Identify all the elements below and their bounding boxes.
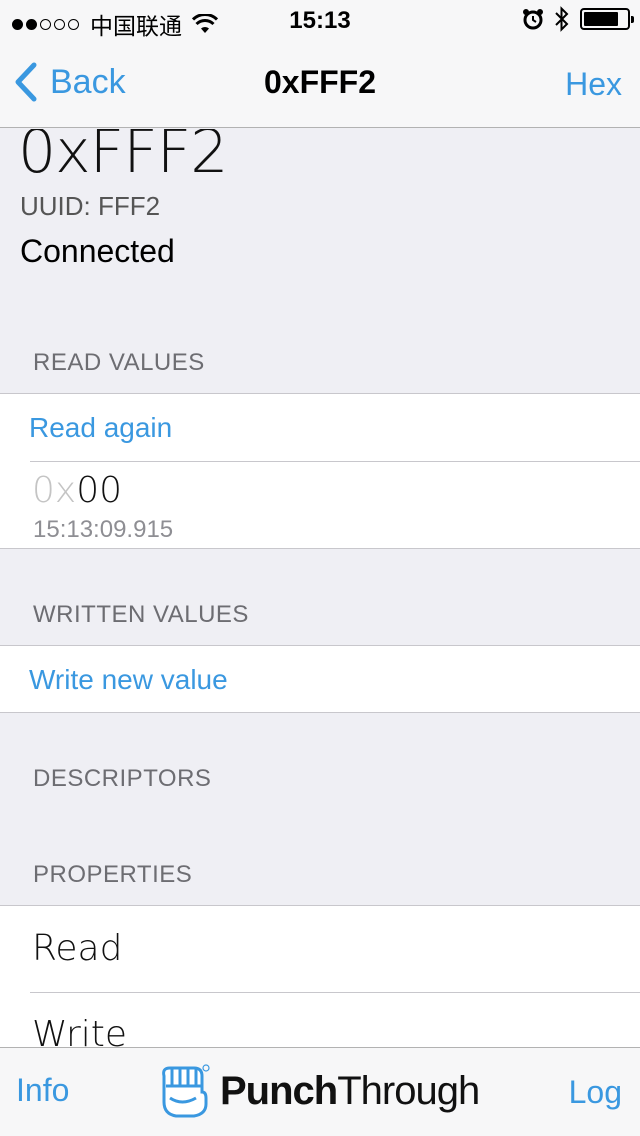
- written-values-group: Write new value: [0, 645, 640, 713]
- read-value: 0x00: [32, 470, 122, 511]
- properties-group: Read Write: [0, 905, 640, 1047]
- battery-icon: [580, 8, 634, 30]
- status-bar: 中国联通 15:13: [0, 0, 640, 40]
- separator: [30, 992, 640, 993]
- fist-icon: [162, 1064, 210, 1118]
- status-right: [522, 6, 634, 32]
- property-read: Read: [32, 928, 123, 969]
- descriptors-header: DESCRIPTORS: [33, 765, 212, 792]
- page-title: 0xFFF2: [263, 64, 377, 100]
- bluetooth-icon: [555, 6, 569, 32]
- hex-button[interactable]: Hex: [565, 66, 622, 103]
- written-values-header: WRITTEN VALUES: [33, 601, 249, 628]
- connection-status: Connected: [20, 233, 175, 269]
- write-new-value-button[interactable]: Write new value: [29, 664, 228, 696]
- read-values-header: READ VALUES: [33, 349, 205, 376]
- navigation-bar: Back 0xFFF2 Hex: [0, 40, 640, 128]
- characteristic-name: 0xFFF2: [18, 129, 228, 187]
- hex-digits: 00: [76, 470, 123, 511]
- hex-prefix: 0x: [32, 470, 77, 511]
- property-write: Write: [32, 1014, 128, 1047]
- separator: [30, 461, 640, 462]
- properties-header: PROPERTIES: [33, 861, 193, 888]
- read-values-group: Read again 0x00 15:13:09.915: [0, 393, 640, 549]
- tab-bar: Info PunchThrough Log: [0, 1047, 640, 1136]
- log-button[interactable]: Log: [569, 1074, 622, 1111]
- alarm-icon: [523, 9, 543, 30]
- info-button[interactable]: Info: [16, 1072, 69, 1109]
- read-again-button[interactable]: Read again: [29, 412, 172, 444]
- read-timestamp: 15:13:09.915: [33, 516, 174, 543]
- characteristic-uuid: UUID: FFF2: [20, 191, 161, 221]
- punchthrough-logo: PunchThrough: [156, 1062, 480, 1120]
- logo-wordmark: PunchThrough: [220, 1068, 480, 1113]
- characteristic-detail[interactable]: 0xFFF2 UUID: FFF2 Connected READ VALUES …: [0, 129, 640, 1047]
